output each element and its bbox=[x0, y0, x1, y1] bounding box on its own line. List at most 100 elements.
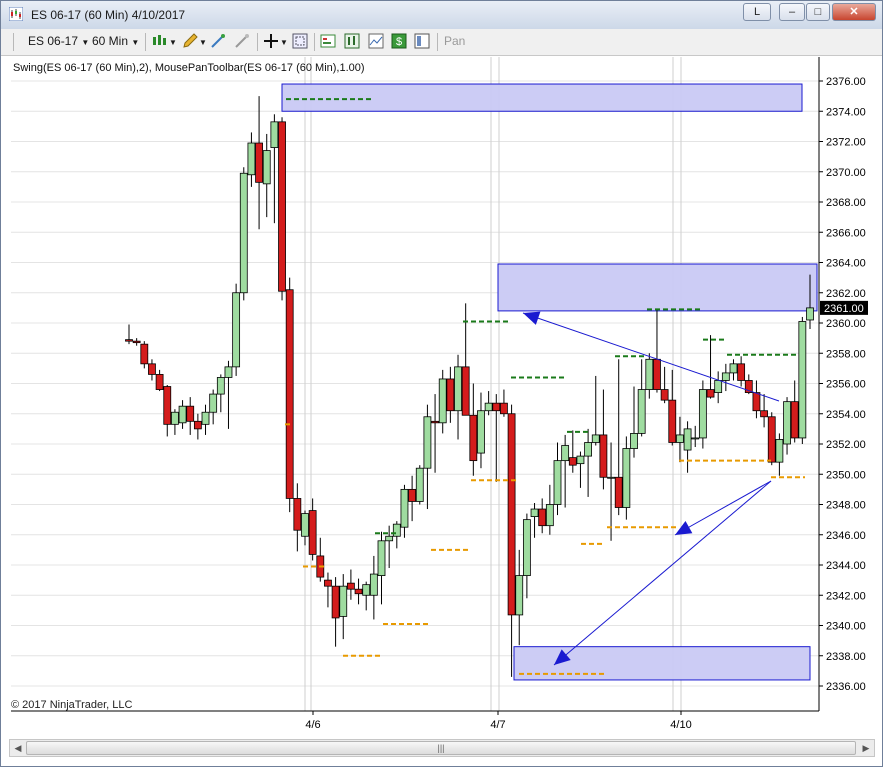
candle-body[interactable] bbox=[637, 389, 646, 434]
maximize-button[interactable]: □ bbox=[806, 3, 830, 21]
bars-type-icon[interactable] bbox=[152, 33, 168, 49]
dollar-icon[interactable]: $ bbox=[391, 33, 407, 49]
candle-body[interactable] bbox=[461, 366, 470, 416]
candle-body[interactable] bbox=[385, 535, 394, 542]
candle-body[interactable] bbox=[676, 434, 684, 443]
instrument-selector[interactable]: ES 06-17 ▼ bbox=[28, 34, 89, 48]
candle-body[interactable] bbox=[645, 358, 654, 390]
candle-body[interactable] bbox=[630, 433, 638, 449]
candle-body[interactable] bbox=[737, 363, 746, 381]
candle-body[interactable] bbox=[408, 488, 417, 502]
candle-body[interactable] bbox=[576, 455, 585, 465]
indicator-icon[interactable] bbox=[210, 33, 226, 49]
candle-body[interactable] bbox=[561, 445, 570, 462]
candle-body[interactable] bbox=[171, 411, 179, 425]
candle-body[interactable] bbox=[446, 378, 455, 412]
candle-body[interactable] bbox=[668, 399, 677, 443]
candle-body[interactable] bbox=[324, 579, 332, 587]
candle-body[interactable] bbox=[775, 439, 784, 463]
drawing-pencil-icon[interactable] bbox=[182, 33, 198, 49]
crosshair-icon[interactable] bbox=[263, 33, 279, 49]
candle-body[interactable] bbox=[599, 434, 608, 478]
candle-body[interactable] bbox=[783, 401, 791, 445]
candle-body[interactable] bbox=[392, 523, 401, 537]
candle-body[interactable] bbox=[431, 420, 439, 424]
candle-body[interactable] bbox=[362, 584, 371, 596]
candle-body[interactable] bbox=[239, 172, 248, 294]
candle-body[interactable] bbox=[522, 519, 531, 576]
pan-button[interactable]: Pan bbox=[444, 34, 465, 48]
scroll-thumb[interactable]: ||| bbox=[26, 741, 856, 755]
candle-body[interactable] bbox=[545, 504, 554, 527]
candle-body[interactable] bbox=[469, 414, 478, 462]
chevron-down-icon[interactable]: ▼ bbox=[280, 38, 288, 47]
candle-body[interactable] bbox=[721, 372, 730, 381]
candle-body[interactable] bbox=[438, 378, 447, 424]
candle-body[interactable] bbox=[270, 121, 279, 148]
candle-body[interactable] bbox=[515, 575, 524, 616]
candle-body[interactable] bbox=[193, 420, 202, 430]
chart-style-icon[interactable] bbox=[344, 33, 360, 49]
candle-body[interactable] bbox=[752, 392, 761, 412]
scroll-left-icon[interactable]: ◀ bbox=[10, 740, 26, 756]
candle-body[interactable] bbox=[691, 437, 700, 440]
candle-body[interactable] bbox=[553, 460, 562, 505]
data-box-icon[interactable] bbox=[414, 33, 430, 49]
candle-body[interactable] bbox=[400, 488, 409, 528]
supply-demand-zone[interactable] bbox=[497, 263, 818, 312]
line-icon[interactable] bbox=[368, 33, 384, 49]
chevron-down-icon[interactable]: ▼ bbox=[199, 38, 207, 47]
candle-body[interactable] bbox=[538, 508, 547, 527]
candle-body[interactable] bbox=[125, 339, 133, 342]
candle-body[interactable] bbox=[148, 363, 156, 375]
candle-body[interactable] bbox=[163, 386, 172, 425]
candle-body[interactable] bbox=[698, 389, 707, 439]
candle-body[interactable] bbox=[293, 498, 302, 531]
candle-body[interactable] bbox=[492, 402, 501, 412]
candle-body[interactable] bbox=[584, 442, 593, 457]
candle-body[interactable] bbox=[729, 363, 738, 374]
candle-body[interactable] bbox=[568, 457, 577, 466]
candle-body[interactable] bbox=[247, 142, 256, 176]
candle-body[interactable] bbox=[285, 289, 294, 499]
candle-body[interactable] bbox=[140, 343, 149, 365]
candle-body[interactable] bbox=[186, 405, 195, 422]
candle-body[interactable] bbox=[423, 416, 432, 469]
candle-body[interactable] bbox=[255, 142, 263, 183]
candle-body[interactable] bbox=[622, 448, 631, 508]
candle-body[interactable] bbox=[346, 582, 355, 590]
horizontal-scrollbar[interactable]: ◀ ||| ▶ bbox=[9, 739, 875, 757]
candle-body[interactable] bbox=[369, 573, 378, 596]
interval-selector[interactable]: 60 Min ▼ bbox=[92, 34, 139, 48]
candle-body[interactable] bbox=[155, 374, 164, 390]
candle-body[interactable] bbox=[653, 358, 661, 390]
candle-body[interactable] bbox=[224, 366, 233, 378]
candle-body[interactable] bbox=[354, 588, 363, 595]
link-button[interactable]: L bbox=[743, 3, 771, 21]
minimize-button[interactable]: – bbox=[779, 3, 805, 21]
candle-body[interactable] bbox=[209, 393, 218, 413]
price-chart[interactable]: 2376.00 2374.00 2372.00 2370.00 2368.00 2366.… bbox=[1, 57, 884, 737]
candle-body[interactable] bbox=[591, 434, 600, 443]
candle-body[interactable] bbox=[660, 389, 669, 401]
candle-body[interactable] bbox=[331, 585, 340, 619]
close-button[interactable]: ✕ bbox=[832, 3, 876, 21]
supply-demand-zone[interactable] bbox=[281, 83, 803, 112]
candle-body[interactable] bbox=[614, 476, 623, 508]
candle-body[interactable] bbox=[216, 377, 225, 395]
candle-body[interactable] bbox=[484, 402, 493, 412]
candle-body[interactable] bbox=[132, 340, 141, 344]
candle-body[interactable] bbox=[806, 307, 814, 321]
chevron-down-icon[interactable]: ▼ bbox=[169, 38, 177, 47]
candle-body[interactable] bbox=[500, 402, 508, 415]
candle-body[interactable] bbox=[301, 513, 309, 537]
candle-body[interactable] bbox=[530, 508, 539, 518]
zoom-icon[interactable] bbox=[292, 33, 308, 49]
candle-body[interactable] bbox=[706, 389, 715, 398]
candle-body[interactable] bbox=[714, 380, 723, 393]
candle-body[interactable] bbox=[454, 366, 462, 412]
candle-body[interactable] bbox=[607, 476, 615, 479]
candle-body[interactable] bbox=[178, 405, 187, 424]
candle-body[interactable] bbox=[308, 510, 317, 555]
candle-body[interactable] bbox=[507, 413, 516, 616]
